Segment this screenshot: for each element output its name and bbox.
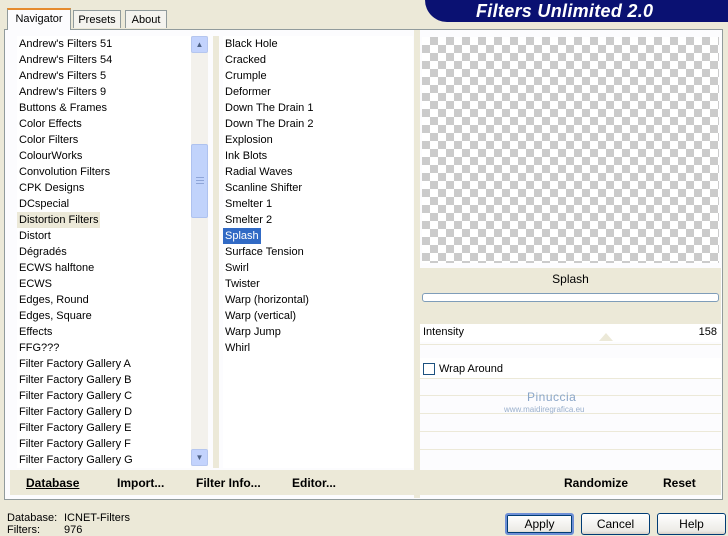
list-item[interactable]: Warp (horizontal)	[223, 292, 311, 308]
list-item[interactable]: Andrew's Filters 54	[17, 52, 114, 68]
intensity-value: 158	[698, 326, 717, 338]
list-item[interactable]: Deformer	[223, 84, 273, 100]
list-item[interactable]: FFG???	[17, 340, 61, 356]
list-item[interactable]: CPK Designs	[17, 180, 86, 196]
status-filters-label: Filters:	[7, 524, 40, 536]
list-item[interactable]: Filter Factory Gallery E	[17, 420, 133, 436]
watermark-url: www.maidiregrafica.eu	[504, 405, 585, 414]
list-item[interactable]: Distort	[17, 228, 53, 244]
selected-filter-name: Splash	[552, 272, 589, 286]
list-item[interactable]: Down The Drain 1	[223, 100, 315, 116]
list-item[interactable]: Buttons & Frames	[17, 100, 109, 116]
list-item[interactable]: Warp (vertical)	[223, 308, 298, 324]
panel-divider	[414, 30, 420, 498]
scroll-thumb[interactable]	[191, 144, 208, 218]
filter-info-button[interactable]: Filter Info...	[196, 476, 261, 490]
list-item[interactable]: Radial Waves	[223, 164, 294, 180]
list-item[interactable]: Filter Factory Gallery B	[17, 372, 133, 388]
list-item[interactable]: Edges, Square	[17, 308, 94, 324]
cancel-button[interactable]: Cancel	[581, 513, 650, 535]
list-item[interactable]: DCspecial	[17, 196, 71, 212]
status-database-label: Database:	[7, 512, 58, 524]
list-item[interactable]: Explosion	[223, 132, 275, 148]
preview-canvas	[422, 37, 719, 263]
list-item[interactable]: Smelter 2	[223, 212, 274, 228]
list-item[interactable]: Filter Factory Gallery D	[17, 404, 134, 420]
app-title: Filters Unlimited 2.0	[476, 1, 654, 21]
list-item[interactable]: Andrew's Filters 5	[17, 68, 108, 84]
list-item[interactable]: Ink Blots	[223, 148, 269, 164]
tab-navigator[interactable]: Navigator	[7, 8, 71, 30]
list-item[interactable]: Scanline Shifter	[223, 180, 304, 196]
help-button[interactable]: Help	[657, 513, 726, 535]
category-scrollbar[interactable]: ▲ ▼	[191, 36, 208, 466]
watermark-name: Pinuccia	[527, 390, 577, 404]
list-item[interactable]: ECWS	[17, 276, 54, 292]
list-item[interactable]: Edges, Round	[17, 292, 91, 308]
list-item[interactable]: Effects	[17, 324, 54, 340]
category-list[interactable]: Andrew's Filters 51 Andrew's Filters 54 An…	[17, 36, 191, 468]
intensity-slider[interactable]: Intensity 158	[420, 324, 721, 342]
list-item[interactable]: Filter Factory Gallery A	[17, 356, 133, 372]
slider-pointer-icon[interactable]	[599, 333, 613, 341]
status-database: Database: ICNET-Filters	[7, 512, 130, 524]
list-divider	[213, 36, 219, 468]
reset-button[interactable]: Reset	[663, 476, 696, 490]
list-item[interactable]: Swirl	[223, 260, 251, 276]
status-database-value: ICNET-Filters	[64, 512, 130, 524]
status-filters-value: 976	[64, 524, 83, 536]
filter-list[interactable]: Black Hole Cracked Crumple Deformer Down The…	[223, 36, 413, 468]
tab-presets[interactable]: Presets	[73, 10, 121, 28]
wrap-around-checkbox[interactable]	[423, 363, 435, 375]
list-item[interactable]: Dégradés	[17, 244, 69, 260]
randomize-button[interactable]: Randomize	[564, 476, 628, 490]
database-button[interactable]: Database	[26, 476, 79, 490]
tab-about[interactable]: About	[125, 10, 167, 28]
list-item[interactable]: Convolution Filters	[17, 164, 112, 180]
list-item[interactable]: Color Filters	[17, 132, 80, 148]
scroll-down-icon[interactable]: ▼	[191, 449, 208, 466]
list-item[interactable]: Color Effects	[17, 116, 84, 132]
list-item[interactable]: Black Hole	[223, 36, 280, 52]
list-item[interactable]: Cracked	[223, 52, 268, 68]
list-item[interactable]: Filter Factory Gallery G	[17, 452, 135, 468]
intensity-label: Intensity	[423, 326, 464, 338]
list-item[interactable]: ECWS halftone	[17, 260, 96, 276]
list-item[interactable]: Twister	[223, 276, 262, 292]
wrap-around-label: Wrap Around	[439, 363, 504, 375]
editor-button[interactable]: Editor...	[292, 476, 336, 490]
list-item[interactable]: Andrew's Filters 51	[17, 36, 114, 52]
progress-bar	[422, 293, 719, 302]
list-item[interactable]: Filter Factory Gallery C	[17, 388, 134, 404]
list-item[interactable]: Down The Drain 2	[223, 116, 315, 132]
list-item[interactable]: Filter Factory Gallery F	[17, 436, 133, 452]
list-item[interactable]: Splash	[223, 228, 261, 244]
list-item[interactable]: Andrew's Filters 9	[17, 84, 108, 100]
scroll-up-icon[interactable]: ▲	[191, 36, 208, 53]
list-item[interactable]: Surface Tension	[223, 244, 306, 260]
list-item[interactable]: ColourWorks	[17, 148, 84, 164]
apply-button[interactable]: Apply	[505, 513, 574, 535]
list-item[interactable]: Distortion Filters	[17, 212, 101, 228]
list-item[interactable]: Warp Jump	[223, 324, 283, 340]
import-button[interactable]: Import...	[117, 476, 164, 490]
list-item[interactable]: Whirl	[223, 340, 252, 356]
status-filters: Filters: 976	[7, 524, 82, 536]
list-item[interactable]: Crumple	[223, 68, 269, 84]
list-item[interactable]: Smelter 1	[223, 196, 274, 212]
